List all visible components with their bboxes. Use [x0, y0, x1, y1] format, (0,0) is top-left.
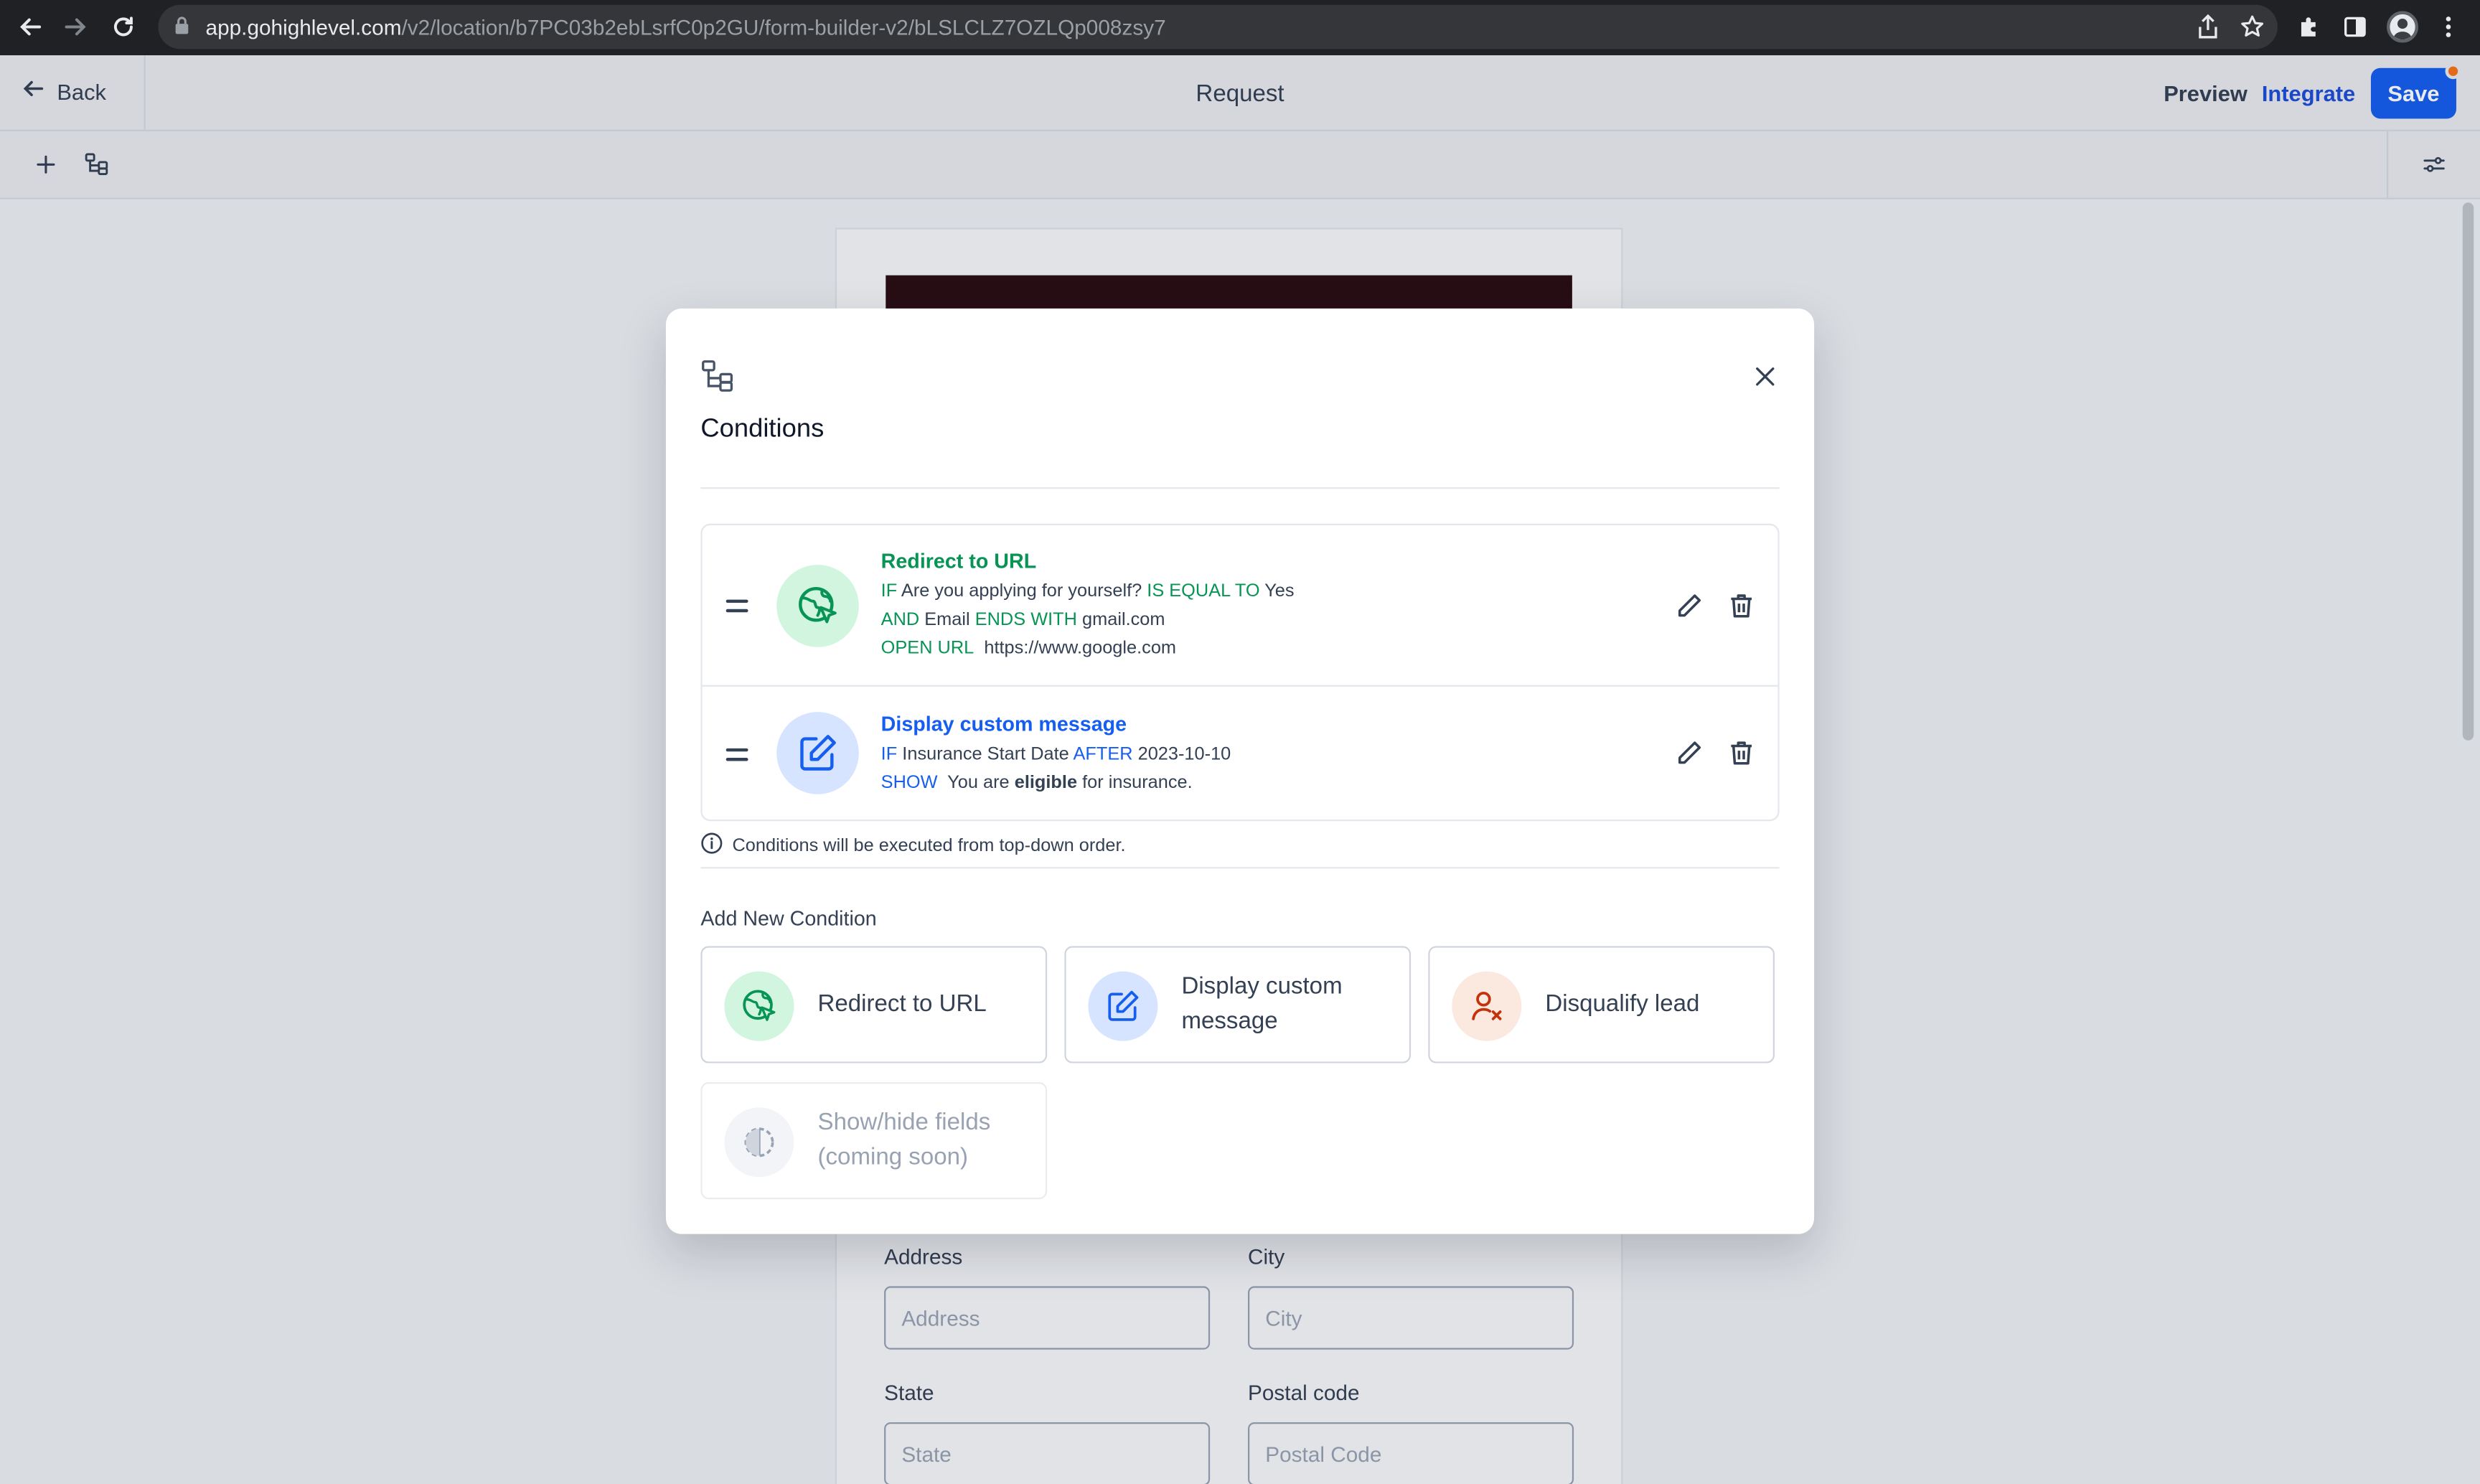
- option-label: Display custom message: [1181, 972, 1343, 1035]
- add-condition-title: Add New Condition: [700, 906, 877, 931]
- modal-title: Conditions: [700, 414, 825, 443]
- field-name: Insurance Start Date: [902, 745, 1069, 764]
- url-domain: app.gohighlevel.com: [205, 14, 402, 39]
- condition-line: IF Insurance Start Date AFTER 2023-10-10: [881, 741, 1231, 769]
- operator: ENDS WITH: [974, 611, 1077, 630]
- browser-back-icon[interactable]: [14, 11, 46, 42]
- info-icon: [700, 832, 723, 859]
- drag-handle-icon[interactable]: [725, 599, 748, 613]
- condition-line: SHOW You are eligible for insurance.: [881, 769, 1231, 798]
- option-show-hide-fields: Show/hide fields (coming soon): [700, 1082, 1048, 1200]
- message-text: You are: [947, 774, 1010, 794]
- keyword: IF: [880, 745, 898, 764]
- bookmark-star-icon[interactable]: [2237, 9, 2268, 44]
- option-label: Show/hide fields (coming soon): [817, 1109, 991, 1171]
- value: gmail.com: [1082, 611, 1165, 630]
- info-note: Conditions will be executed from top-dow…: [700, 832, 1126, 859]
- globe-cursor-icon: [776, 565, 859, 647]
- side-panel-icon[interactable]: [2339, 9, 2371, 44]
- keyword: AND: [880, 611, 920, 630]
- condition-details: Display custom message IF Insurance Star…: [881, 709, 1231, 798]
- half-circle-icon: [724, 1107, 794, 1178]
- browser-menu-icon[interactable]: [2433, 9, 2464, 44]
- modal-divider: [700, 867, 1780, 869]
- drag-handle-icon[interactable]: [725, 748, 748, 761]
- option-redirect-url[interactable]: Redirect to URL: [700, 946, 1048, 1063]
- value: Yes: [1264, 582, 1295, 601]
- trash-icon[interactable]: [1726, 590, 1757, 621]
- share-icon[interactable]: [2192, 9, 2224, 44]
- option-label: Disqualify lead: [1545, 990, 1700, 1018]
- option-display-message[interactable]: Display custom message: [1064, 946, 1412, 1063]
- condition-title: Redirect to URL: [880, 549, 1037, 573]
- value: 2023-10-10: [1137, 745, 1231, 764]
- option-label: Redirect to URL: [817, 990, 987, 1018]
- extensions-icon[interactable]: [2293, 9, 2325, 44]
- conditions-list: Redirect to URL IF Are you applying for …: [700, 523, 1780, 822]
- operator: IS EQUAL TO: [1147, 582, 1260, 601]
- close-icon[interactable]: [1751, 362, 1780, 391]
- lock-icon: [174, 15, 189, 39]
- message-text: for insurance.: [1082, 774, 1193, 794]
- field-name: Email: [924, 611, 970, 630]
- trash-icon[interactable]: [1726, 737, 1757, 769]
- profile-avatar[interactable]: [2385, 9, 2420, 44]
- value: https://www.google.com: [984, 639, 1177, 659]
- edit-icon: [1088, 971, 1158, 1041]
- browser-toolbar: app.gohighlevel.com/v2/location/b7PC03b2…: [0, 0, 2480, 56]
- edit-icon[interactable]: [1673, 590, 1705, 621]
- conditions-modal: Conditions Redirect to URL IF Are you ap…: [665, 308, 1815, 1234]
- screen: app.gohighlevel.com/v2/location/b7PC03b2…: [0, 0, 2480, 1484]
- condition-line: OPEN URL https://www.google.com: [881, 635, 1295, 664]
- condition-line: IF Are you applying for yourself? IS EQU…: [881, 578, 1295, 606]
- url-path: /v2/location/b7PC03b2ebLsrfC0p2GU/form-b…: [401, 14, 1166, 39]
- message-bold: eligible: [1014, 774, 1078, 794]
- address-bar[interactable]: app.gohighlevel.com/v2/location/b7PC03b2…: [158, 4, 2278, 50]
- info-note-text: Conditions will be executed from top-dow…: [732, 836, 1126, 855]
- condition-line: AND Email ENDS WITH gmail.com: [881, 606, 1295, 635]
- conditions-icon: [700, 359, 735, 402]
- condition-title: Display custom message: [880, 712, 1127, 736]
- condition-row[interactable]: Display custom message IF Insurance Star…: [703, 687, 1778, 820]
- globe-cursor-icon: [724, 971, 794, 1041]
- condition-details: Redirect to URL IF Are you applying for …: [881, 546, 1295, 664]
- browser-reload-icon[interactable]: [108, 11, 139, 42]
- condition-row[interactable]: Redirect to URL IF Are you applying for …: [702, 525, 1778, 687]
- operator: AFTER: [1073, 745, 1133, 764]
- keyword: SHOW: [880, 774, 938, 794]
- user-x-icon: [1452, 971, 1522, 1041]
- edit-icon: [776, 712, 859, 794]
- keyword: IF: [880, 582, 898, 601]
- browser-forward-icon[interactable]: [60, 11, 92, 42]
- edit-icon[interactable]: [1673, 737, 1705, 769]
- option-disqualify-lead[interactable]: Disqualify lead: [1428, 946, 1775, 1063]
- modal-divider: [700, 487, 1780, 489]
- keyword: OPEN URL: [880, 639, 974, 659]
- field-name: Are you applying for yourself?: [901, 582, 1142, 601]
